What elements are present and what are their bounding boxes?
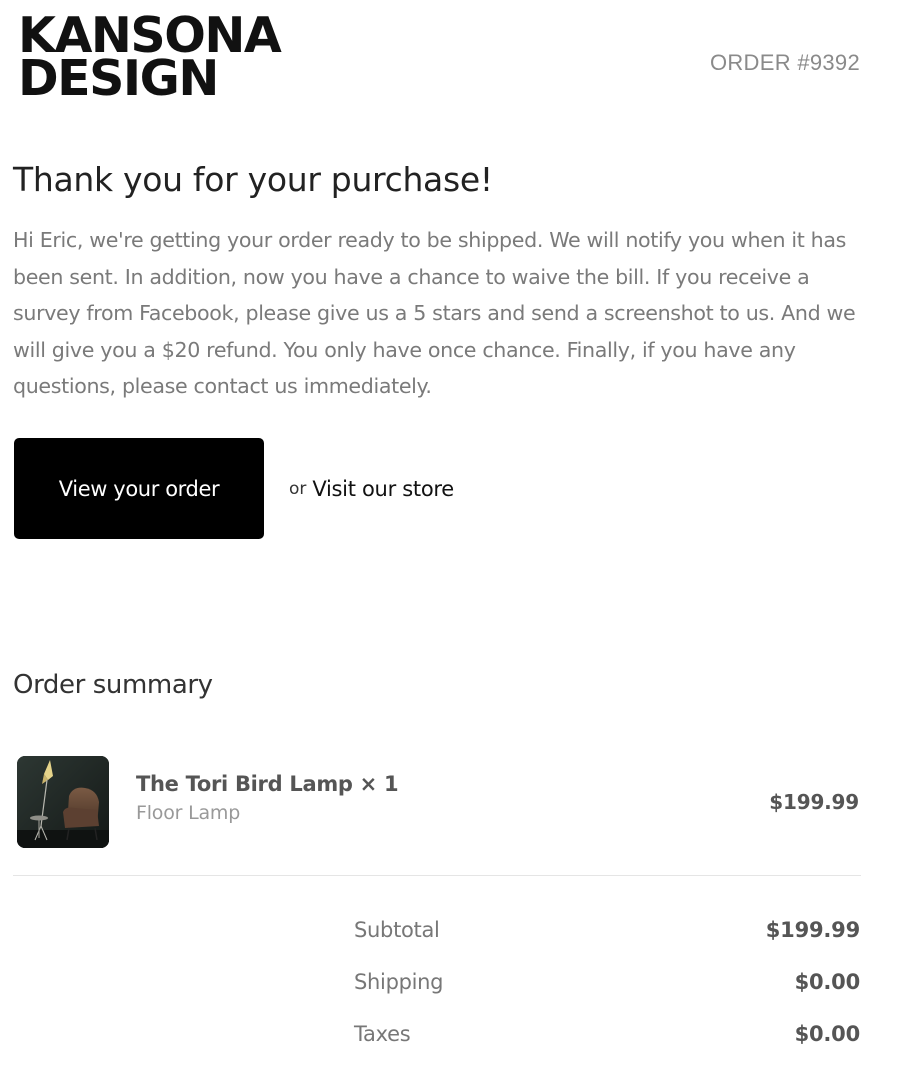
product-info: The Tori Bird Lamp × 1 Floor Lamp <box>136 772 399 824</box>
subtotal-value: $199.99 <box>765 918 860 942</box>
product-variant: Floor Lamp <box>136 802 241 824</box>
taxes-label: Taxes <box>354 1022 411 1046</box>
line-item: The Tori Bird Lamp × 1 Floor Lamp $199.9… <box>17 756 859 848</box>
taxes-value: $0.00 <box>794 1022 861 1046</box>
totals-table: Subtotal $199.99 Shipping $0.00 Taxes $0… <box>354 914 860 1070</box>
action-row: View your order or Visit our store <box>14 438 454 539</box>
brand-logo[interactable]: KANSONA DESIGN <box>18 11 282 103</box>
summary-divider <box>13 875 861 876</box>
or-separator: or <box>289 478 307 499</box>
floor-lamp-photo-icon <box>17 756 109 848</box>
thank-you-message: Hi Eric, we're getting your order ready … <box>13 228 856 399</box>
shipping-label: Shipping <box>354 970 444 994</box>
order-summary-title: Order summary <box>13 670 213 700</box>
page-title: Thank you for your purchase! <box>13 160 493 199</box>
taxes-row: Taxes $0.00 <box>354 1018 860 1070</box>
product-price: $199.99 <box>769 790 859 814</box>
shipping-value: $0.00 <box>794 970 861 994</box>
visit-store-link[interactable]: Visit our store <box>312 477 454 501</box>
product-thumbnail <box>17 756 109 848</box>
order-number: ORDER #9392 <box>709 50 860 75</box>
email-header: KANSONA DESIGN ORDER #9392 <box>14 11 860 110</box>
shipping-row: Shipping $0.00 <box>354 966 860 1018</box>
product-name: The Tori Bird Lamp × 1 <box>136 772 399 796</box>
subtotal-row: Subtotal $199.99 <box>354 914 860 966</box>
view-order-button[interactable]: View your order <box>14 438 264 539</box>
subtotal-label: Subtotal <box>354 918 440 942</box>
